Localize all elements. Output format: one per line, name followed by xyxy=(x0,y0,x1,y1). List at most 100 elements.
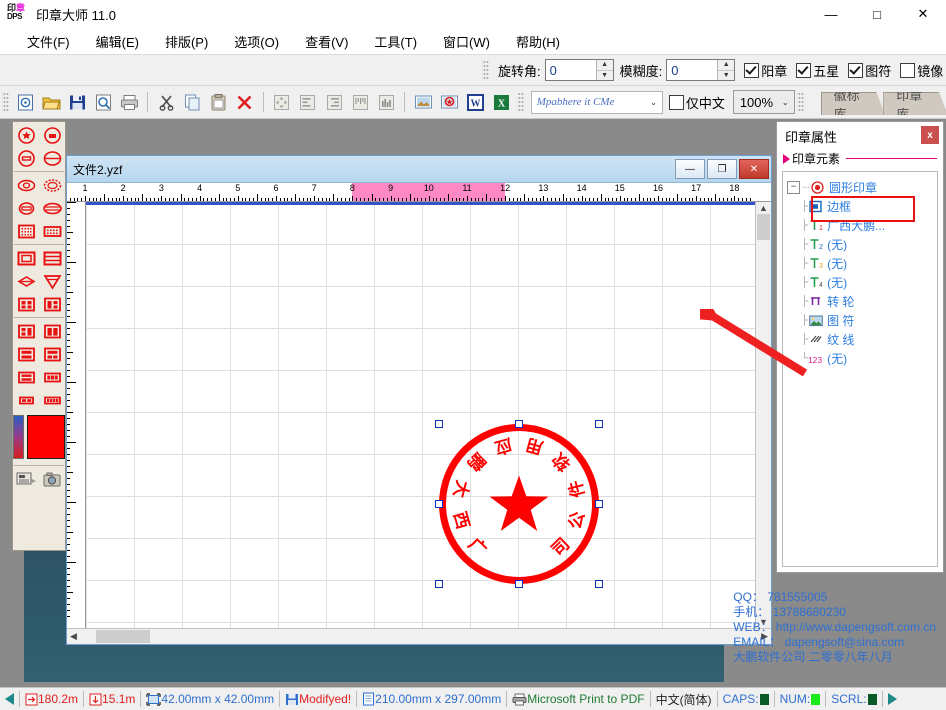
tab-stamp-library[interactable]: 印章库 xyxy=(883,92,946,115)
selection-handle-e[interactable] xyxy=(595,500,603,508)
tree-item-wheel[interactable]: ├ 转 轮 xyxy=(787,292,935,311)
camera-icon[interactable] xyxy=(39,469,64,491)
rotation-spinner[interactable]: ▲ ▼ xyxy=(545,59,614,81)
tree-item-text2[interactable]: ├ 2 (无) xyxy=(787,235,935,254)
rect-four-col-stamp-icon[interactable] xyxy=(40,389,65,411)
close-button[interactable]: ✕ xyxy=(900,0,946,28)
tree-item-text4[interactable]: ├ 4 (无) xyxy=(787,273,935,292)
printer-icon[interactable] xyxy=(117,90,141,114)
circle-bar-stamp-icon[interactable] xyxy=(14,147,39,169)
triangle-stamp-icon[interactable] xyxy=(40,270,65,292)
ellipse-dotted-stamp-icon[interactable] xyxy=(40,174,65,196)
tree-item-circular-stamp[interactable]: − ··· 圆形印章 xyxy=(787,178,935,197)
folder-open-icon[interactable] xyxy=(39,90,63,114)
excel-icon[interactable]: X xyxy=(490,90,514,114)
status-left-arrow-icon[interactable] xyxy=(5,693,14,705)
stamp-object[interactable]: 广西大鹏应用软件公司 xyxy=(439,424,599,584)
toolbar-grip[interactable] xyxy=(482,59,489,81)
checkbox-wuxing-box[interactable] xyxy=(796,63,811,78)
rect-frame-stamp-icon[interactable] xyxy=(14,247,39,269)
rect-two-col-stamp-icon[interactable] xyxy=(14,320,39,342)
rect-dots-wide-stamp-icon[interactable] xyxy=(40,220,65,242)
menu-layout[interactable]: 排版(P) xyxy=(152,29,221,54)
blur-spin-down[interactable]: ▼ xyxy=(718,71,734,81)
status-right-arrow-icon[interactable] xyxy=(888,693,897,705)
menu-window[interactable]: 窗口(W) xyxy=(430,29,503,54)
selection-handle-sw[interactable] xyxy=(435,580,443,588)
blur-spin-buttons[interactable]: ▲ ▼ xyxy=(717,60,734,80)
rotation-spin-up[interactable]: ▲ xyxy=(597,60,613,71)
tree-expand-toggle[interactable]: − xyxy=(787,181,800,194)
ellipse-solid-stamp-icon[interactable] xyxy=(14,197,39,219)
document-restore-button[interactable]: ❐ xyxy=(707,159,737,179)
rect-quad-stamp-icon[interactable] xyxy=(14,293,39,315)
tree-item-lines[interactable]: ├ 纹 线 xyxy=(787,330,935,349)
font-toolbar-grip[interactable] xyxy=(517,91,524,113)
rect-split-stamp-icon[interactable] xyxy=(40,247,65,269)
blur-input[interactable] xyxy=(667,60,717,80)
status-next-button[interactable] xyxy=(883,688,902,710)
checkbox-tufu[interactable]: 图符 xyxy=(848,61,891,80)
rect-three-col-stamp-icon[interactable] xyxy=(40,366,65,388)
tab-logo-library[interactable]: 徽标库 xyxy=(821,92,886,115)
font-preview-dropdown[interactable]: Mpabhere it CMe ⌄ xyxy=(531,91,663,114)
align-right-icon[interactable] xyxy=(322,90,346,114)
horizontal-ruler[interactable]: 123456789101112131415161718 xyxy=(67,183,771,202)
blur-spin-up[interactable]: ▲ xyxy=(718,60,734,71)
status-language[interactable]: 中文(简体) xyxy=(651,688,717,710)
circle-star-stamp-icon[interactable] xyxy=(14,124,39,146)
selection-handle-n[interactable] xyxy=(515,420,523,428)
rect-h-split-stamp-icon[interactable] xyxy=(14,366,39,388)
tree-item-text1[interactable]: ├ 1 广西大鹏... xyxy=(787,216,935,235)
rotation-spin-buttons[interactable]: ▲ ▼ xyxy=(596,60,613,80)
tabs-grip[interactable] xyxy=(797,91,804,113)
scroll-left-arrow-icon[interactable]: ◀ xyxy=(67,630,80,643)
move-arrows-icon[interactable] xyxy=(270,90,294,114)
color-gradient-bar[interactable] xyxy=(13,415,24,459)
chevron-down-icon[interactable]: ⌄ xyxy=(650,98,662,107)
rotation-input[interactable] xyxy=(546,60,596,80)
align-left-icon[interactable] xyxy=(296,90,320,114)
menu-help[interactable]: 帮助(H) xyxy=(503,29,573,54)
bars-icon[interactable] xyxy=(374,90,398,114)
checkbox-chinese-only[interactable]: 仅中文 xyxy=(669,93,725,112)
blur-spinner[interactable]: ▲ ▼ xyxy=(666,59,735,81)
zoom-chevron-down-icon[interactable]: ⌄ xyxy=(782,98,794,107)
horizontal-scroll-thumb[interactable] xyxy=(96,630,150,643)
rect-left-split-stamp-icon[interactable] xyxy=(40,293,65,315)
properties-close-button[interactable]: x xyxy=(921,126,939,144)
menu-edit[interactable]: 编辑(E) xyxy=(83,29,152,54)
canvas-vertical-scrollbar[interactable]: ▲ ▼ xyxy=(755,202,771,628)
menu-options[interactable]: 选项(O) xyxy=(221,29,292,54)
clipboard-icon[interactable] xyxy=(207,90,231,114)
selection-handle-w[interactable] xyxy=(435,500,443,508)
checkbox-yangzhang-box[interactable] xyxy=(744,63,759,78)
checkbox-wuxing[interactable]: 五星 xyxy=(796,61,839,80)
current-color-swatch[interactable] xyxy=(27,415,65,459)
rect-grid-stamp-icon[interactable] xyxy=(40,343,65,365)
menu-file[interactable]: 文件(F) xyxy=(14,29,83,54)
selection-handle-se[interactable] xyxy=(595,580,603,588)
ellipse-bar-stamp-icon[interactable] xyxy=(40,147,65,169)
rect-dots-stamp-icon[interactable] xyxy=(14,220,39,242)
minimize-button[interactable]: — xyxy=(808,0,854,28)
image-export-icon[interactable] xyxy=(411,90,435,114)
selection-handle-s[interactable] xyxy=(515,580,523,588)
stamp-export-icon[interactable] xyxy=(437,90,461,114)
tree-item-number[interactable]: └ 123 (无) xyxy=(787,349,935,368)
element-tree[interactable]: − ··· 圆形印章 ├ 边框 ├ 1 xyxy=(782,171,938,567)
main-toolbar-grip[interactable] xyxy=(2,91,9,113)
preview-icon[interactable] xyxy=(91,90,115,114)
canvas[interactable]: 广西大鹏应用软件公司 xyxy=(86,202,755,628)
scissors-icon[interactable] xyxy=(154,90,178,114)
tree-item-text3[interactable]: ├ 3 (无) xyxy=(787,254,935,273)
checkbox-yangzhang[interactable]: 阳章 xyxy=(744,61,787,80)
status-prev-button[interactable] xyxy=(0,688,19,710)
word-icon[interactable]: W xyxy=(464,90,488,114)
tree-item-border[interactable]: ├ 边框 xyxy=(787,197,935,216)
logo-picker-icon[interactable] xyxy=(14,469,39,491)
status-printer[interactable]: Microsoft Print to PDF xyxy=(507,688,649,710)
ellipse-eye-stamp-icon[interactable] xyxy=(14,174,39,196)
red-x-icon[interactable] xyxy=(233,90,257,114)
diamond-stamp-icon[interactable] xyxy=(14,270,39,292)
